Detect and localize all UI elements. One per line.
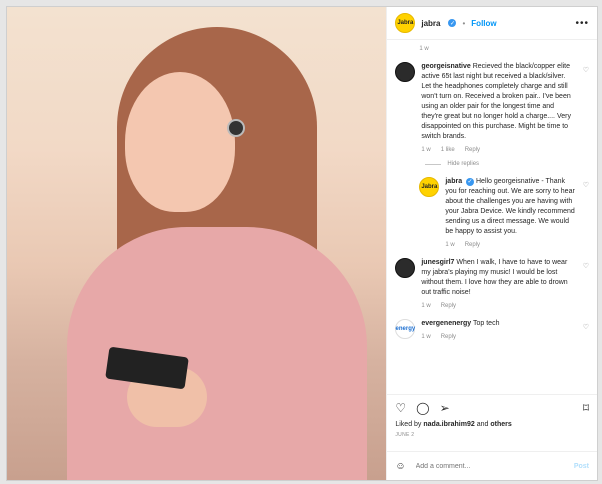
- more-options-icon[interactable]: •••: [575, 18, 589, 29]
- reply-time: 1 w: [445, 242, 455, 248]
- comment-avatar[interactable]: energy: [395, 319, 416, 339]
- reply-button[interactable]: Reply: [441, 334, 456, 340]
- post-date: JUNE 2: [395, 432, 415, 438]
- header-username[interactable]: jabra: [421, 19, 440, 28]
- emoji-icon[interactable]: ☺: [395, 461, 405, 472]
- window-frame: Jabra jabra ✓ • Follow ••• 1 w georgeisn…: [0, 0, 602, 484]
- comment-text: evergenenergy Top tech: [421, 319, 513, 329]
- liked-by-prefix: Liked by: [395, 421, 422, 428]
- comment-username[interactable]: junesgirl7: [421, 259, 454, 266]
- comment-avatar[interactable]: [395, 62, 416, 82]
- comment-username[interactable]: georgeisnative: [421, 63, 470, 70]
- divider-line: [425, 163, 442, 165]
- comment-input[interactable]: [413, 461, 566, 471]
- face-shape: [125, 72, 235, 212]
- reply-meta: 1 w Reply: [445, 242, 589, 248]
- comment-item: georgeisnative Recieved the black/copper…: [395, 62, 589, 153]
- reply-button[interactable]: Reply: [441, 303, 456, 309]
- comment-body: Top tech: [473, 320, 500, 327]
- comment-username[interactable]: evergenenergy: [421, 320, 471, 327]
- share-paper-plane-icon[interactable]: ➢: [440, 401, 450, 415]
- post-header: Jabra jabra ✓ • Follow •••: [387, 7, 597, 40]
- comment-time: 1 w: [421, 334, 431, 340]
- heart-icon[interactable]: ♡: [583, 323, 589, 331]
- separator-dot: •: [462, 18, 466, 28]
- comments-list: 1 w georgeisnative Recieved the black/co…: [387, 40, 597, 394]
- earbud-shape: [227, 119, 245, 137]
- post-sidebar: Jabra jabra ✓ • Follow ••• 1 w georgeisn…: [386, 7, 597, 480]
- hide-replies-button[interactable]: Hide replies: [425, 161, 589, 167]
- post-comment-button[interactable]: Post: [574, 463, 589, 470]
- like-heart-icon[interactable]: ♡: [395, 401, 406, 415]
- comment-meta: 1 w 1 like Reply: [421, 147, 589, 153]
- heart-icon[interactable]: ♡: [583, 66, 589, 74]
- follow-button[interactable]: Follow: [471, 19, 496, 28]
- comment-time: 1 w: [421, 303, 431, 309]
- liked-by-and: and: [476, 421, 489, 428]
- comment-item: energy evergenenergy Top tech 1 w Reply …: [395, 319, 589, 340]
- post-image[interactable]: [7, 7, 387, 480]
- verified-icon: ✓: [448, 19, 457, 27]
- reply-username[interactable]: jabra: [445, 178, 462, 185]
- comment-time: 1 w: [421, 147, 431, 153]
- comment-text: junesgirl7 When I walk, I have to have t…: [421, 258, 589, 298]
- liked-by-user[interactable]: nada.ibrahim92: [423, 421, 474, 428]
- comment-bubble-icon[interactable]: ◯: [416, 401, 429, 415]
- reply-avatar[interactable]: Jabra: [419, 177, 440, 197]
- add-comment-bar: ☺ Post: [387, 451, 597, 480]
- comment-likes[interactable]: 1 like: [441, 147, 455, 153]
- jabra-avatar[interactable]: Jabra: [395, 13, 416, 33]
- heart-icon[interactable]: ♡: [583, 262, 589, 270]
- comment-meta: 1 w Reply: [421, 334, 513, 340]
- brand-reply: Jabra jabra ✓ Hello georgeisnative - Tha…: [419, 177, 589, 248]
- reply-button[interactable]: Reply: [465, 147, 480, 153]
- caption-time: 1 w: [419, 46, 429, 52]
- reply-body: Hello georgeisnative - Thank you for rea…: [445, 178, 575, 235]
- comment-avatar[interactable]: [395, 258, 416, 278]
- liked-by-others[interactable]: others: [490, 421, 511, 428]
- reply-text: jabra ✓ Hello georgeisnative - Thank you…: [445, 177, 589, 237]
- bookmark-icon[interactable]: ⌑: [583, 401, 589, 415]
- action-icons: ♡ ◯ ➢ ⌑: [395, 401, 589, 415]
- liked-by: Liked by nada.ibrahim92 and others: [395, 421, 589, 428]
- comment-body: Recieved the black/copper elite active 6…: [421, 63, 571, 140]
- comment-item: junesgirl7 When I walk, I have to have t…: [395, 258, 589, 309]
- comment-meta: 1 w Reply: [421, 303, 589, 309]
- hide-replies-label: Hide replies: [447, 161, 480, 167]
- verified-icon: ✓: [466, 178, 475, 186]
- instagram-post: Jabra jabra ✓ • Follow ••• 1 w georgeisn…: [6, 6, 598, 481]
- post-actions: ♡ ◯ ➢ ⌑ Liked by nada.ibrahim92 and othe…: [387, 394, 597, 451]
- heart-icon[interactable]: ♡: [583, 181, 589, 189]
- reply-button[interactable]: Reply: [465, 242, 480, 248]
- comment-text: georgeisnative Recieved the black/copper…: [421, 62, 589, 142]
